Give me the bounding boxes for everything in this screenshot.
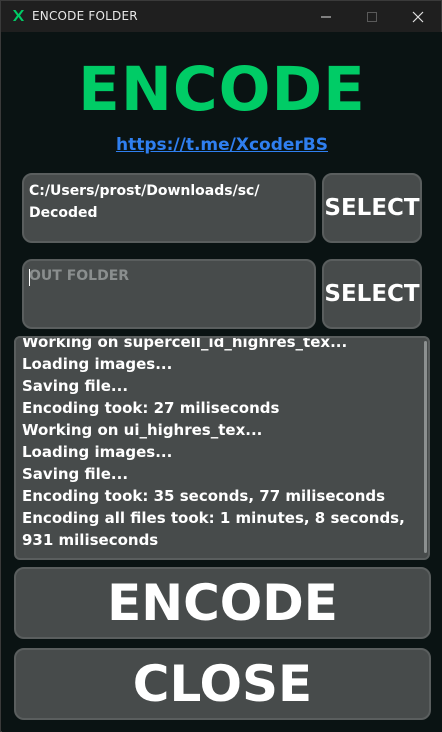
log-line: Saving file... <box>22 377 129 395</box>
input-folder-field[interactable]: C:/Users/prost/Downloads/sc/ Decoded <box>22 173 316 243</box>
log-line: Saving file... <box>22 465 129 483</box>
select-output-folder-button[interactable]: SELECT <box>322 259 422 329</box>
input-folder-value: C:/Users/prost/Downloads/sc/ Decoded <box>29 180 309 224</box>
log-line: Working on ui_highres_tex... <box>22 421 263 439</box>
close-button[interactable]: CLOSE <box>14 648 431 720</box>
log-line: Loading images... <box>22 355 173 373</box>
encode-button[interactable]: ENCODE <box>14 567 431 639</box>
app-window: ENCODE FOLDER ENCODE https://t.me/Xcoder… <box>0 0 442 732</box>
log-output[interactable]: Working on supercell_id_highres_tex... Lo… <box>14 336 430 560</box>
log-scrollbar[interactable] <box>424 341 427 553</box>
main-content: ENCODE https://t.me/XcoderBS C:/Users/pr… <box>2 32 442 732</box>
log-lines: Working on supercell_id_highres_tex... Lo… <box>22 336 420 551</box>
log-line: Encoding took: 27 miliseconds <box>22 399 280 417</box>
maximize-icon <box>367 11 377 22</box>
close-window-button[interactable] <box>395 1 441 32</box>
page-title: ENCODE <box>78 54 366 125</box>
text-caret <box>29 269 30 286</box>
log-line: Encoding took: 35 seconds, 77 milisecond… <box>22 487 386 505</box>
telegram-link[interactable]: https://t.me/XcoderBS <box>2 135 442 155</box>
log-line: Encoding all files took: 1 minutes, 8 se… <box>22 509 405 549</box>
log-line: Working on supercell_id_highres_tex... <box>22 336 348 351</box>
log-line: Loading images... <box>22 443 173 461</box>
minimize-icon <box>321 16 331 17</box>
window-title: ENCODE FOLDER <box>32 9 138 23</box>
output-folder-placeholder: OUT FOLDER <box>29 268 130 284</box>
maximize-button[interactable] <box>349 1 395 32</box>
input-folder-value-line1: C:/Users/prost/Downloads/sc/ Decoded <box>29 183 260 221</box>
select-input-folder-button[interactable]: SELECT <box>322 173 422 243</box>
minimize-button[interactable] <box>303 1 349 32</box>
title-bar[interactable]: ENCODE FOLDER <box>1 1 441 32</box>
app-logo-icon <box>13 10 24 21</box>
output-folder-field[interactable]: OUT FOLDER <box>22 259 316 329</box>
close-icon <box>412 11 424 22</box>
